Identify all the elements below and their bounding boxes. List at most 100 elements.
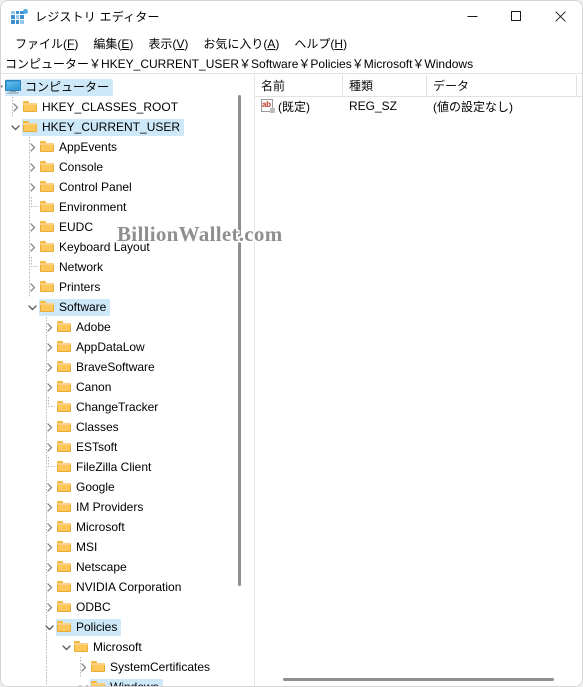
column-header-2[interactable]: 種類 xyxy=(343,75,427,96)
column-header-3[interactable]: データ xyxy=(427,75,577,96)
tree-item-label-wrap[interactable]: HKEY_CURRENT_USER xyxy=(22,118,185,136)
values-horizontal-scrollbar[interactable] xyxy=(255,675,582,684)
tree-item-label-wrap[interactable]: コンピューター xyxy=(5,78,114,96)
menu-item-3[interactable]: 表示(V) xyxy=(141,33,196,54)
tree-item-nvidia-corporation[interactable]: NVIDIA Corporation xyxy=(1,577,244,597)
chevron-right-icon[interactable] xyxy=(41,477,57,497)
values-pane[interactable]: 名前 種類 データ ab (既定) REG_SZ (値の設定なし) xyxy=(255,75,582,686)
chevron-right-icon[interactable] xyxy=(7,97,23,117)
tree-item-label-wrap[interactable]: FileZilla Client xyxy=(56,459,155,476)
chevron-down-icon[interactable] xyxy=(24,297,40,317)
tree-item-control-panel[interactable]: Control Panel xyxy=(1,177,244,197)
chevron-right-icon[interactable] xyxy=(41,497,57,517)
tree-item-msi[interactable]: MSI xyxy=(1,537,244,557)
chevron-right-icon[interactable] xyxy=(41,357,57,377)
tree-item-keyboard-layout[interactable]: Keyboard Layout xyxy=(1,237,244,257)
minimize-button[interactable] xyxy=(450,1,494,32)
tree-item-google[interactable]: Google xyxy=(1,477,244,497)
tree-item-network[interactable]: Network xyxy=(1,257,244,277)
chevron-right-icon[interactable] xyxy=(24,157,40,177)
tree-item-environment[interactable]: Environment xyxy=(1,197,244,217)
chevron-right-icon[interactable] xyxy=(24,277,40,297)
tree-item-label-wrap[interactable]: Canon xyxy=(56,379,115,396)
tree-item-label-wrap[interactable]: MSI xyxy=(56,539,101,556)
tree-item-label-wrap[interactable]: AppEvents xyxy=(39,139,121,156)
tree-item-label-wrap[interactable]: ChangeTracker xyxy=(56,399,162,416)
tree-item-label-wrap[interactable]: Windows xyxy=(90,678,163,686)
tree-item-bravesoftware[interactable]: BraveSoftware xyxy=(1,357,244,377)
chevron-right-icon[interactable] xyxy=(41,337,57,357)
chevron-right-icon[interactable] xyxy=(41,317,57,337)
value-row[interactable]: ab (既定) REG_SZ (値の設定なし) xyxy=(255,96,582,116)
tree-item-printers[interactable]: Printers xyxy=(1,277,244,297)
tree-item-software[interactable]: Software xyxy=(1,297,244,317)
chevron-right-icon[interactable] xyxy=(41,597,57,617)
chevron-right-icon[interactable] xyxy=(41,537,57,557)
tree-item-canon[interactable]: Canon xyxy=(1,377,244,397)
tree-item-windows[interactable]: Windows xyxy=(1,677,244,686)
tree-item-label-wrap[interactable]: Netscape xyxy=(56,559,131,576)
tree-item-label-wrap[interactable]: Google xyxy=(56,479,119,496)
tree-item-label-wrap[interactable]: Network xyxy=(39,259,107,276)
tree-item-changetracker[interactable]: ChangeTracker xyxy=(1,397,244,417)
chevron-right-icon[interactable] xyxy=(24,217,40,237)
chevron-right-icon[interactable] xyxy=(41,517,57,537)
tree-item-console[interactable]: Console xyxy=(1,157,244,177)
tree-item-label-wrap[interactable]: Console xyxy=(39,159,107,176)
tree-item-label-wrap[interactable]: HKEY_CLASSES_ROOT xyxy=(22,99,182,116)
chevron-right-icon[interactable] xyxy=(24,177,40,197)
tree-item-label-wrap[interactable]: Microsoft xyxy=(73,639,146,656)
tree-item-estsoft[interactable]: ESTsoft xyxy=(1,437,244,457)
chevron-down-icon[interactable] xyxy=(7,117,23,137)
chevron-down-icon[interactable] xyxy=(75,677,91,686)
tree-item-appevents[interactable]: AppEvents xyxy=(1,137,244,157)
tree-item-netscape[interactable]: Netscape xyxy=(1,557,244,577)
close-button[interactable] xyxy=(538,1,582,32)
values-scrollbar-thumb[interactable] xyxy=(283,678,554,681)
maximize-button[interactable] xyxy=(494,1,538,32)
registry-tree-pane[interactable]: コンピューター HKEY_CLASSES_ROOT HKEY_CURRENT_USE… xyxy=(1,75,255,686)
chevron-down-icon[interactable] xyxy=(58,637,74,657)
chevron-right-icon[interactable] xyxy=(41,417,57,437)
tree-item-label-wrap[interactable]: Software xyxy=(39,298,111,316)
menu-item-4[interactable]: お気に入り(A) xyxy=(196,33,287,54)
chevron-right-icon[interactable] xyxy=(41,377,57,397)
tree-item-label-wrap[interactable]: IM Providers xyxy=(56,499,147,516)
tree-item-label-wrap[interactable]: BraveSoftware xyxy=(56,359,159,376)
chevron-right-icon[interactable] xyxy=(41,557,57,577)
tree-item-hkey-current-user[interactable]: HKEY_CURRENT_USER xyxy=(1,117,244,137)
tree-item-label-wrap[interactable]: Printers xyxy=(39,279,104,296)
tree-item-label-wrap[interactable]: ESTsoft xyxy=(56,439,121,456)
tree-item-systemcertificates[interactable]: SystemCertificates xyxy=(1,657,244,677)
tree-item-classes[interactable]: Classes xyxy=(1,417,244,437)
tree-item-microsoft[interactable]: Microsoft xyxy=(1,637,244,657)
tree-item-im-providers[interactable]: IM Providers xyxy=(1,497,244,517)
tree-item-hkey-classes-root[interactable]: HKEY_CLASSES_ROOT xyxy=(1,97,244,117)
address-bar[interactable]: コンピューター￥HKEY_CURRENT_USER￥Software￥Polic… xyxy=(1,54,582,74)
tree-item-adobe[interactable]: Adobe xyxy=(1,317,244,337)
tree-item-microsoft[interactable]: Microsoft xyxy=(1,517,244,537)
tree-item-filezilla-client[interactable]: FileZilla Client xyxy=(1,457,244,477)
menu-item-1[interactable]: ファイル(F) xyxy=(8,33,86,54)
tree-item-label-wrap[interactable]: Adobe xyxy=(56,319,115,336)
tree-item-label-wrap[interactable]: NVIDIA Corporation xyxy=(56,579,185,596)
chevron-right-icon[interactable] xyxy=(75,657,91,677)
column-header-1[interactable]: 名前 xyxy=(255,75,343,96)
tree-item-appdatalow[interactable]: AppDataLow xyxy=(1,337,244,357)
menu-item-2[interactable]: 編集(E) xyxy=(86,33,141,54)
tree-item-label-wrap[interactable]: EUDC xyxy=(39,219,97,236)
tree-item-label-wrap[interactable]: AppDataLow xyxy=(56,339,149,356)
menu-item-5[interactable]: ヘルプ(H) xyxy=(287,33,355,54)
tree-item-label-wrap[interactable]: Microsoft xyxy=(56,519,129,536)
tree-item-label-wrap[interactable]: Keyboard Layout xyxy=(39,239,154,256)
tree-item-eudc[interactable]: EUDC xyxy=(1,217,244,237)
tree-item-label-wrap[interactable]: Policies xyxy=(56,618,122,636)
chevron-right-icon[interactable] xyxy=(24,237,40,257)
tree-item-label-wrap[interactable]: SystemCertificates xyxy=(90,659,214,676)
chevron-right-icon[interactable] xyxy=(41,437,57,457)
tree-scrollbar-thumb[interactable] xyxy=(238,95,241,586)
tree-item-[interactable]: コンピューター xyxy=(1,77,244,97)
chevron-right-icon[interactable] xyxy=(41,577,57,597)
chevron-right-icon[interactable] xyxy=(24,137,40,157)
tree-item-odbc[interactable]: ODBC xyxy=(1,597,244,617)
